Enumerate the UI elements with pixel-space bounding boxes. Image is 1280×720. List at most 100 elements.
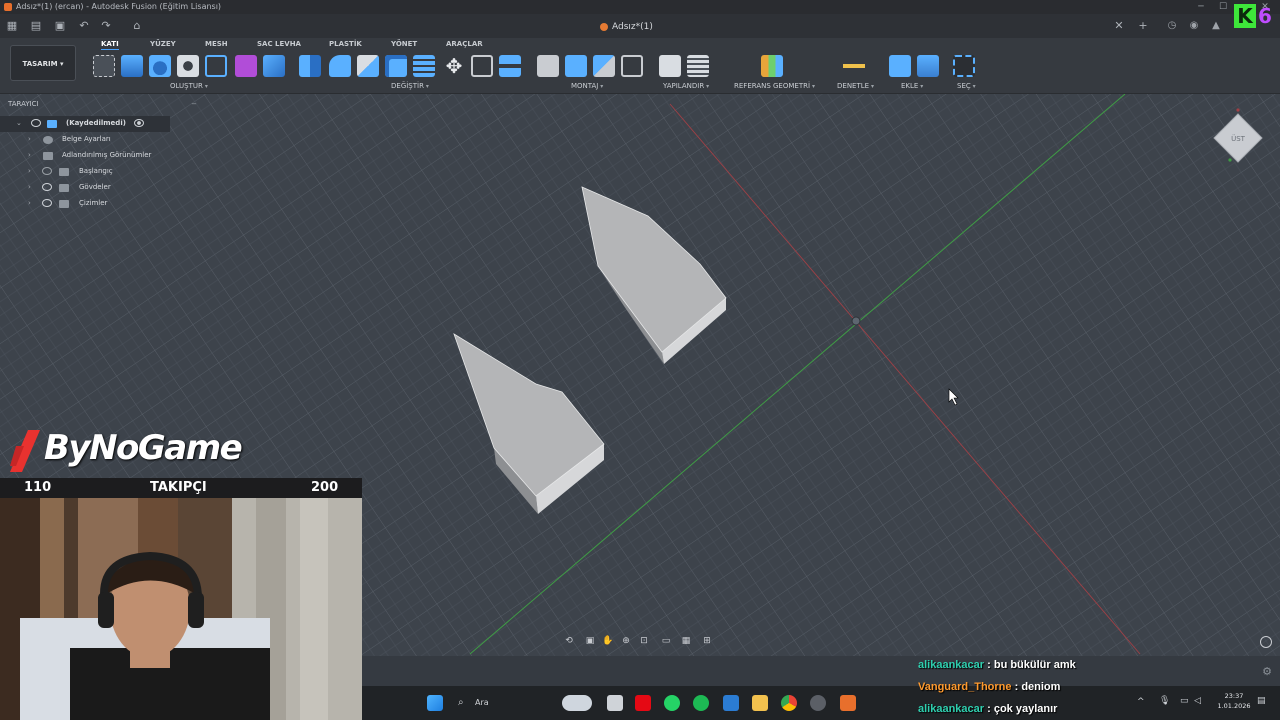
move-icon[interactable]: ✥ [443, 55, 465, 77]
tab-plastic[interactable]: PLASTİK [329, 40, 362, 48]
joint-icon[interactable] [565, 55, 587, 77]
browser-item-document-settings[interactable]: › Belge Ayarları [0, 132, 170, 148]
chevron-down-icon[interactable]: ⌄ [16, 119, 22, 127]
group-assemble[interactable]: MONTAJ [571, 82, 603, 90]
eye-icon[interactable] [42, 183, 52, 191]
maximize-icon[interactable]: ☐ [1212, 0, 1234, 14]
as-built-joint-icon[interactable] [593, 55, 615, 77]
spotify-icon[interactable] [693, 695, 709, 711]
browser-item-origin[interactable]: › Başlangıç [0, 164, 170, 180]
eye-icon[interactable] [31, 119, 41, 127]
orbit-icon[interactable]: ⟲ [563, 635, 575, 647]
press-pull-icon[interactable] [299, 55, 321, 77]
close-tab-icon[interactable]: ✕ [1112, 19, 1126, 33]
browser-root-row[interactable]: ⌄ (Kaydedilmedi) [0, 116, 170, 132]
hole-icon[interactable] [177, 55, 199, 77]
configure-icon[interactable] [659, 55, 681, 77]
notifications-icon[interactable]: ▲ [1209, 19, 1223, 33]
chevron-right-icon[interactable]: › [28, 183, 31, 191]
chevron-right-icon[interactable]: › [28, 167, 31, 175]
combine-icon[interactable] [413, 55, 435, 77]
form-icon[interactable] [235, 55, 257, 77]
table-icon[interactable] [687, 55, 709, 77]
chrome-icon[interactable] [781, 695, 797, 711]
gear-icon [43, 136, 53, 144]
scale-icon[interactable] [471, 55, 493, 77]
eye-hidden-icon[interactable] [42, 167, 52, 175]
minimize-icon[interactable]: ─ [1190, 0, 1212, 14]
job-status-icon[interactable]: ◷ [1165, 19, 1179, 33]
insert-image-icon[interactable] [917, 55, 939, 77]
chamfer-icon[interactable] [357, 55, 379, 77]
insert-derive-icon[interactable] [889, 55, 911, 77]
tab-surface[interactable]: YÜZEY [150, 40, 176, 48]
weather-icon[interactable] [562, 695, 592, 711]
new-tab-icon[interactable]: + [1136, 19, 1150, 33]
group-modify[interactable]: DEĞİŞTİR [391, 82, 429, 90]
chevron-right-icon[interactable]: › [28, 199, 31, 207]
undo-icon[interactable]: ↶ [77, 19, 91, 33]
new-component-icon[interactable] [537, 55, 559, 77]
revolve-icon[interactable] [149, 55, 171, 77]
zoom-icon[interactable]: ⊕ [620, 635, 632, 647]
tab-utilities[interactable]: ARAÇLAR [446, 40, 483, 48]
box-icon[interactable] [205, 55, 227, 77]
joint-origin-icon[interactable] [621, 55, 643, 77]
chevron-right-icon[interactable]: › [28, 135, 31, 143]
origin-point[interactable] [851, 316, 861, 326]
workspace-switcher[interactable]: TASARIM ▾ [10, 45, 76, 81]
data-panel-icon[interactable]: ◉ [1187, 19, 1201, 33]
tab-manage[interactable]: YÖNET [391, 40, 417, 48]
browser-item-sketches[interactable]: › Çizimler [0, 196, 170, 212]
create-sketch-icon[interactable] [93, 55, 115, 77]
group-create[interactable]: OLUŞTUR [170, 82, 208, 90]
construct-plane-icon[interactable] [761, 55, 783, 77]
select-icon[interactable] [953, 55, 975, 77]
pipe-icon[interactable] [263, 55, 285, 77]
chevron-right-icon[interactable]: › [28, 151, 31, 159]
extrude-icon[interactable] [121, 55, 143, 77]
activate-radio-icon[interactable] [134, 119, 144, 127]
fusion-taskbar-icon[interactable] [840, 695, 856, 711]
apps-grid-icon[interactable]: ▦ [5, 19, 19, 33]
viewports-icon[interactable]: ⊞ [701, 635, 713, 647]
task-view-icon[interactable] [607, 695, 623, 711]
file-menu-icon[interactable]: ▤ [29, 19, 43, 33]
steam-icon[interactable] [810, 695, 826, 711]
tab-solid[interactable]: KATI [101, 40, 119, 50]
comments-icon[interactable] [1260, 636, 1272, 648]
split-body-icon[interactable] [499, 55, 521, 77]
group-insert[interactable]: EKLE [901, 82, 923, 90]
shell-icon[interactable] [385, 55, 407, 77]
group-construct[interactable]: REFERANS GEOMETRİ [734, 82, 815, 90]
browser-item-bodies[interactable]: › Gövdeler [0, 180, 170, 196]
collapse-panel-icon[interactable]: − [191, 100, 197, 108]
group-inspect[interactable]: DENETLE [837, 82, 874, 90]
redo-icon[interactable]: ↷ [99, 19, 113, 33]
whatsapp-icon[interactable] [664, 695, 680, 711]
tab-mesh[interactable]: MESH [205, 40, 228, 48]
measure-icon[interactable] [843, 55, 865, 77]
look-at-icon[interactable]: ▣ [584, 635, 596, 647]
group-configure[interactable]: YAPILANDIR [663, 82, 709, 90]
chat-settings-gear-icon[interactable]: ⚙ [1262, 665, 1272, 678]
home-icon[interactable]: ⌂ [130, 19, 144, 33]
tab-sheet-metal[interactable]: SAC LEVHA [257, 40, 301, 48]
fusion-logo-icon [4, 3, 12, 11]
badge-number: 6 [1258, 4, 1272, 28]
fillet-icon[interactable] [329, 55, 351, 77]
taskbar-search[interactable]: ⌕ Ara [448, 693, 558, 713]
outlook-icon[interactable] [723, 695, 739, 711]
save-icon[interactable]: ▣ [53, 19, 67, 33]
grid-settings-icon[interactable]: ▦ [680, 635, 692, 647]
group-select[interactable]: SEÇ [957, 82, 976, 90]
document-tab[interactable]: Adsız*(1) [600, 18, 663, 36]
fit-icon[interactable]: ⊡ [638, 635, 650, 647]
pan-hand-icon[interactable]: ✋ [602, 635, 614, 647]
netflix-icon[interactable] [635, 695, 651, 711]
windows-start-icon[interactable] [427, 695, 443, 711]
eye-icon[interactable] [42, 199, 52, 207]
browser-item-named-views[interactable]: › Adlandırılmış Görünümler [0, 148, 170, 164]
display-settings-icon[interactable]: ▭ [660, 635, 672, 647]
file-explorer-icon[interactable] [752, 695, 768, 711]
